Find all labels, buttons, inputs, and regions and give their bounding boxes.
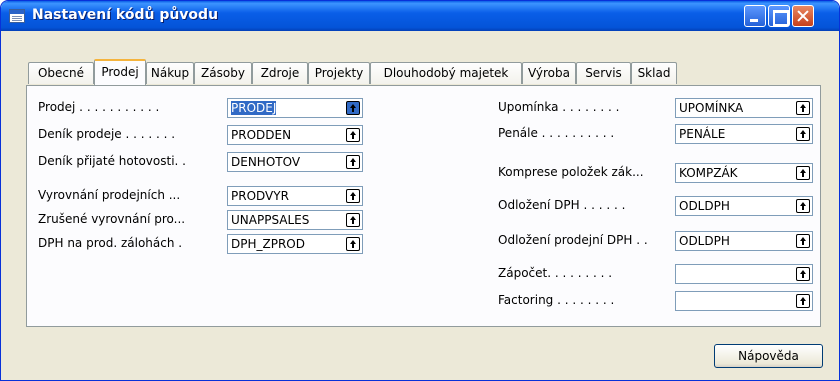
form-row: Zápočet. . . . . . . . .	[498, 264, 816, 284]
field-label: Deník přijaté hotovosti. .	[38, 154, 186, 168]
tab-servis[interactable]: Servis	[576, 62, 631, 84]
form-row: Odložení DPH . . . . . . ODLDPH	[498, 196, 816, 216]
odlozeni-dph-field[interactable]: ODLDPH	[675, 196, 813, 216]
tab-nakup[interactable]: Nákup	[146, 62, 194, 84]
tab-dlouhodoby-majetek[interactable]: Dlouhodobý majetek	[370, 62, 522, 84]
field-label: Upomínka . . . . . . . .	[498, 100, 620, 114]
lookup-arrow-icon[interactable]	[796, 199, 810, 213]
form-row: Odložení prodejní DPH . . ODLDPH	[498, 231, 816, 251]
lookup-arrow-icon[interactable]	[346, 101, 360, 115]
form-icon	[9, 9, 25, 23]
form-row: Zrušené vyrovnání pro... UNAPPSALES	[38, 210, 383, 230]
tab-projekty[interactable]: Projekty	[308, 62, 370, 84]
dialog-window: Nastavení kódů původu Obecné Prodej Náku…	[0, 0, 840, 381]
lookup-arrow-icon[interactable]	[346, 189, 360, 203]
factoring-field[interactable]	[675, 291, 813, 311]
field-label: Odložení DPH . . . . . .	[498, 198, 626, 212]
field-label: Penále . . . . . . . . . .	[498, 126, 615, 140]
lookup-arrow-icon[interactable]	[346, 155, 360, 169]
lookup-arrow-icon[interactable]	[796, 234, 810, 248]
field-label: DPH na prod. zálohách .	[38, 236, 183, 250]
field-label: Prodej . . . . . . . . . . .	[38, 100, 160, 114]
field-label: Zápočet. . . . . . . . .	[498, 266, 613, 280]
window-title: Nastavení kódů původu	[32, 7, 219, 23]
tab-obecne[interactable]: Obecné	[28, 62, 94, 84]
lookup-arrow-icon[interactable]	[796, 294, 810, 308]
prodej-field[interactable]: PRODEJ	[227, 98, 363, 118]
lookup-arrow-icon[interactable]	[796, 127, 810, 141]
field-label: Komprese položek zák...	[498, 165, 644, 179]
form-row: Factoring . . . . . . . .	[498, 291, 816, 311]
field-label: Vyrovnání prodejních ...	[38, 188, 181, 202]
form-row: Komprese položek zák... KOMPZÁK	[498, 163, 816, 183]
lookup-arrow-icon[interactable]	[346, 237, 360, 251]
zrusene-vyrovnani-field[interactable]: UNAPPSALES	[227, 210, 363, 230]
odlozeni-prodejni-dph-field[interactable]: ODLDPH	[675, 231, 813, 251]
tab-vyroba[interactable]: Výroba	[522, 62, 576, 84]
title-bar[interactable]: Nastavení kódů původu	[1, 1, 839, 31]
form-row: Deník prodeje . . . . . . . PRODDEN	[38, 125, 383, 145]
tab-sklad[interactable]: Sklad	[631, 62, 677, 84]
field-label: Odložení prodejní DPH . .	[498, 233, 648, 247]
penale-field[interactable]: PENÁLE	[675, 124, 813, 144]
field-label: Factoring . . . . . . . .	[498, 293, 615, 307]
lookup-arrow-icon[interactable]	[796, 101, 810, 115]
denik-prodeje-field[interactable]: PRODDEN	[227, 125, 363, 145]
field-label: Deník prodeje . . . . . . .	[38, 127, 176, 141]
field-label: Zrušené vyrovnání pro...	[38, 212, 186, 226]
lookup-arrow-icon[interactable]	[346, 128, 360, 142]
minimize-button[interactable]	[744, 5, 766, 27]
tab-panel-prodej: Prodej . . . . . . . . . . . PRODEJ Dení…	[26, 85, 821, 327]
close-button[interactable]	[792, 5, 814, 27]
zapocet-field[interactable]	[675, 264, 813, 284]
form-row: Vyrovnání prodejních ... PRODVYR	[38, 186, 383, 206]
lookup-arrow-icon[interactable]	[346, 213, 360, 227]
komprese-polozek-field[interactable]: KOMPZÁK	[675, 163, 813, 183]
maximize-button[interactable]	[768, 5, 790, 27]
form-row: Penále . . . . . . . . . . PENÁLE	[498, 124, 816, 144]
vyrovnani-prodejnich-field[interactable]: PRODVYR	[227, 186, 363, 206]
form-row: Upomínka . . . . . . . . UPOMÍNKA	[498, 98, 816, 118]
tab-zdroje[interactable]: Zdroje	[252, 62, 308, 84]
tab-prodej[interactable]: Prodej	[94, 59, 146, 85]
denik-prijate-hotovosti-field[interactable]: DENHOTOV	[227, 152, 363, 172]
lookup-arrow-icon[interactable]	[796, 166, 810, 180]
dph-zalohy-field[interactable]: DPH_ZPROD	[227, 234, 363, 254]
form-row: Prodej . . . . . . . . . . . PRODEJ	[38, 98, 383, 118]
lookup-arrow-icon[interactable]	[796, 267, 810, 281]
form-row: Deník přijaté hotovosti. . DENHOTOV	[38, 152, 383, 172]
form-row: DPH na prod. zálohách . DPH_ZPROD	[38, 234, 383, 254]
upominka-field[interactable]: UPOMÍNKA	[675, 98, 813, 118]
tab-zasoby[interactable]: Zásoby	[194, 62, 252, 84]
help-button[interactable]: Nápověda	[714, 344, 823, 368]
